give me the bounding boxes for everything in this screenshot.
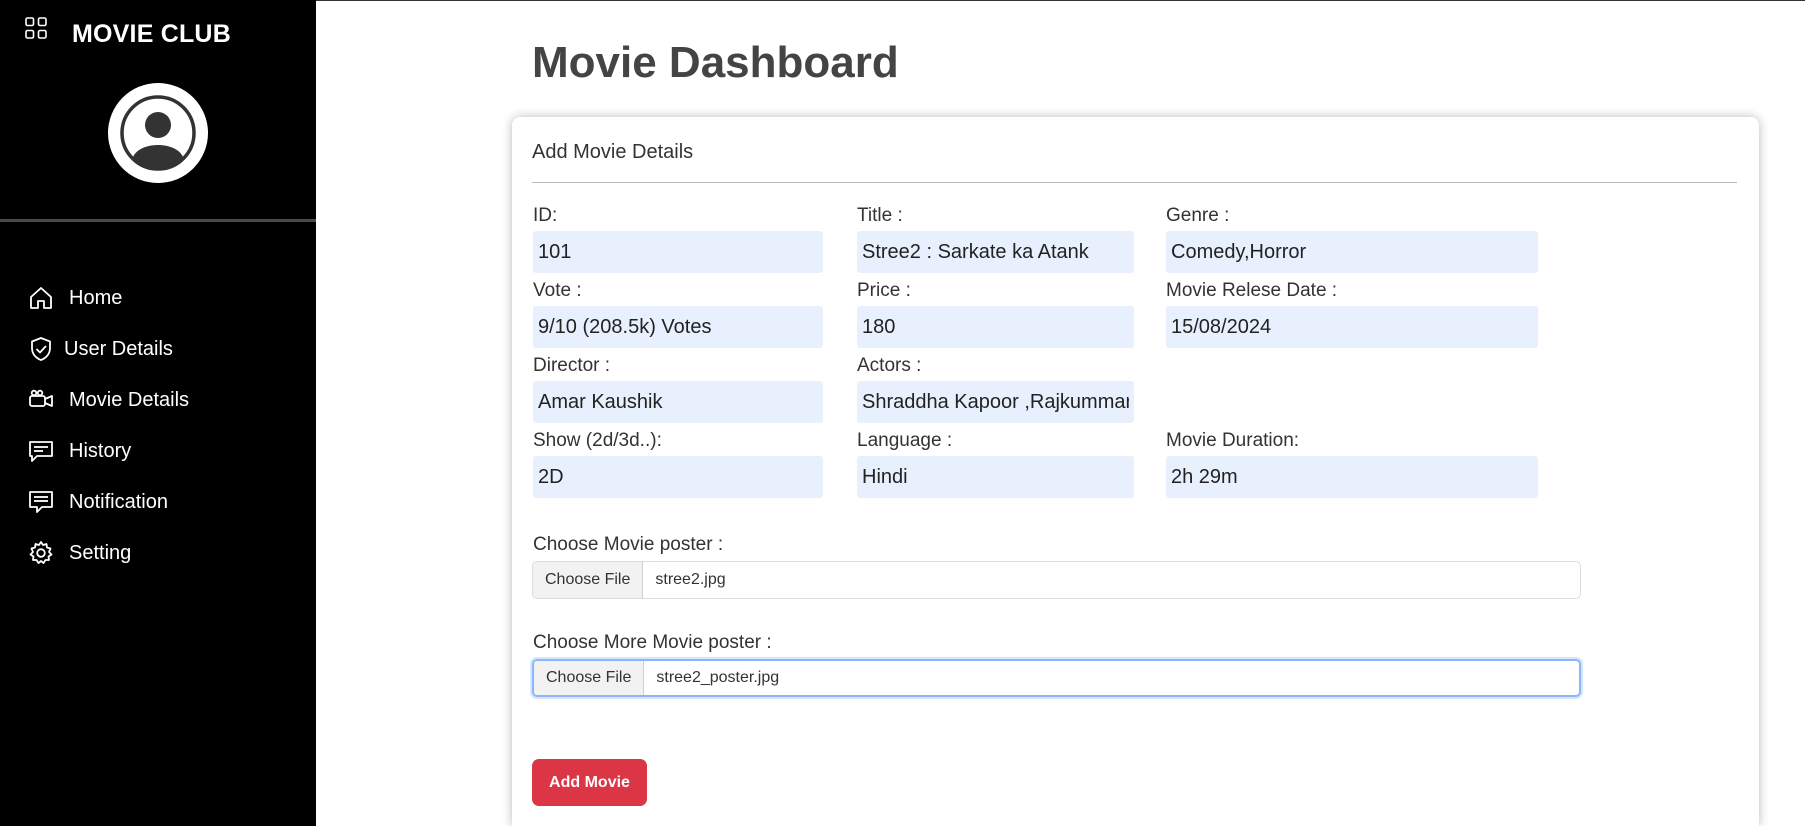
release-date-label: Movie Relese Date : bbox=[1166, 280, 1338, 301]
choose-file-button[interactable]: Choose File bbox=[533, 562, 644, 598]
more-poster-file-input[interactable]: Choose File stree2_poster.jpg bbox=[532, 659, 1581, 697]
add-movie-button[interactable]: Add Movie bbox=[532, 759, 647, 806]
duration-input[interactable] bbox=[1166, 456, 1538, 498]
show-label: Show (2d/3d..): bbox=[533, 430, 662, 451]
sidebar-item-movie-details[interactable]: Movie Details bbox=[28, 383, 189, 417]
sidebar-item-label: User Details bbox=[64, 337, 173, 360]
vote-label: Vote : bbox=[533, 280, 582, 301]
form-divider bbox=[532, 182, 1737, 183]
sidebar-item-user-details[interactable]: User Details bbox=[28, 332, 173, 366]
camera-icon bbox=[28, 387, 54, 413]
sidebar-item-label: History bbox=[69, 439, 132, 462]
language-input[interactable] bbox=[857, 456, 1134, 498]
title-label: Title : bbox=[857, 205, 903, 226]
sidebar-item-notification[interactable]: Notification bbox=[28, 485, 168, 519]
director-input[interactable] bbox=[533, 381, 823, 423]
sidebar-item-label: Home bbox=[69, 286, 123, 309]
price-label: Price : bbox=[857, 280, 911, 301]
sidebar: MOVIE CLUB Home User Details Movie Detai… bbox=[0, 0, 316, 826]
brand-title: MOVIE CLUB bbox=[72, 20, 231, 48]
sidebar-item-history[interactable]: History bbox=[28, 434, 131, 468]
more-poster-file-name: stree2_poster.jpg bbox=[656, 669, 780, 686]
poster-label: Choose Movie poster : bbox=[533, 534, 724, 555]
shield-check-icon bbox=[28, 336, 54, 362]
genre-label: Genre : bbox=[1166, 205, 1230, 226]
title-input[interactable] bbox=[857, 231, 1134, 273]
price-input[interactable] bbox=[857, 306, 1134, 348]
home-icon bbox=[28, 285, 54, 311]
choose-file-button[interactable]: Choose File bbox=[534, 661, 645, 695]
page-title: Movie Dashboard bbox=[532, 38, 899, 87]
avatar[interactable] bbox=[108, 83, 208, 183]
id-label: ID: bbox=[533, 205, 558, 226]
sidebar-item-label: Setting bbox=[69, 541, 132, 564]
release-date-input[interactable] bbox=[1166, 306, 1538, 348]
more-poster-label: Choose More Movie poster : bbox=[533, 632, 772, 653]
sidebar-item-home[interactable]: Home bbox=[28, 281, 122, 315]
actors-input[interactable] bbox=[857, 381, 1134, 423]
director-label: Director : bbox=[533, 355, 611, 376]
show-input[interactable] bbox=[533, 456, 823, 498]
vote-input[interactable] bbox=[533, 306, 823, 348]
sidebar-divider bbox=[0, 219, 316, 222]
sidebar-item-label: Notification bbox=[69, 490, 168, 513]
poster-file-input[interactable]: Choose File stree2.jpg bbox=[532, 561, 1581, 599]
poster-file-name: stree2.jpg bbox=[655, 571, 726, 588]
id-input[interactable] bbox=[533, 231, 823, 273]
add-movie-form: Add Movie Details ID: Title : Genre : Vo… bbox=[512, 117, 1759, 826]
top-border bbox=[316, 0, 1805, 1]
sidebar-item-label: Movie Details bbox=[69, 388, 190, 411]
form-title: Add Movie Details bbox=[532, 141, 694, 163]
history-message-icon bbox=[28, 438, 54, 464]
notification-icon bbox=[28, 489, 54, 515]
genre-input[interactable] bbox=[1166, 231, 1538, 273]
actors-label: Actors : bbox=[857, 355, 922, 376]
sidebar-item-setting[interactable]: Setting bbox=[28, 536, 131, 570]
brand[interactable]: MOVIE CLUB bbox=[24, 16, 231, 48]
gear-icon bbox=[28, 540, 54, 566]
language-label: Language : bbox=[857, 430, 953, 451]
grid-icon bbox=[24, 16, 48, 45]
duration-label: Movie Duration: bbox=[1166, 430, 1300, 451]
